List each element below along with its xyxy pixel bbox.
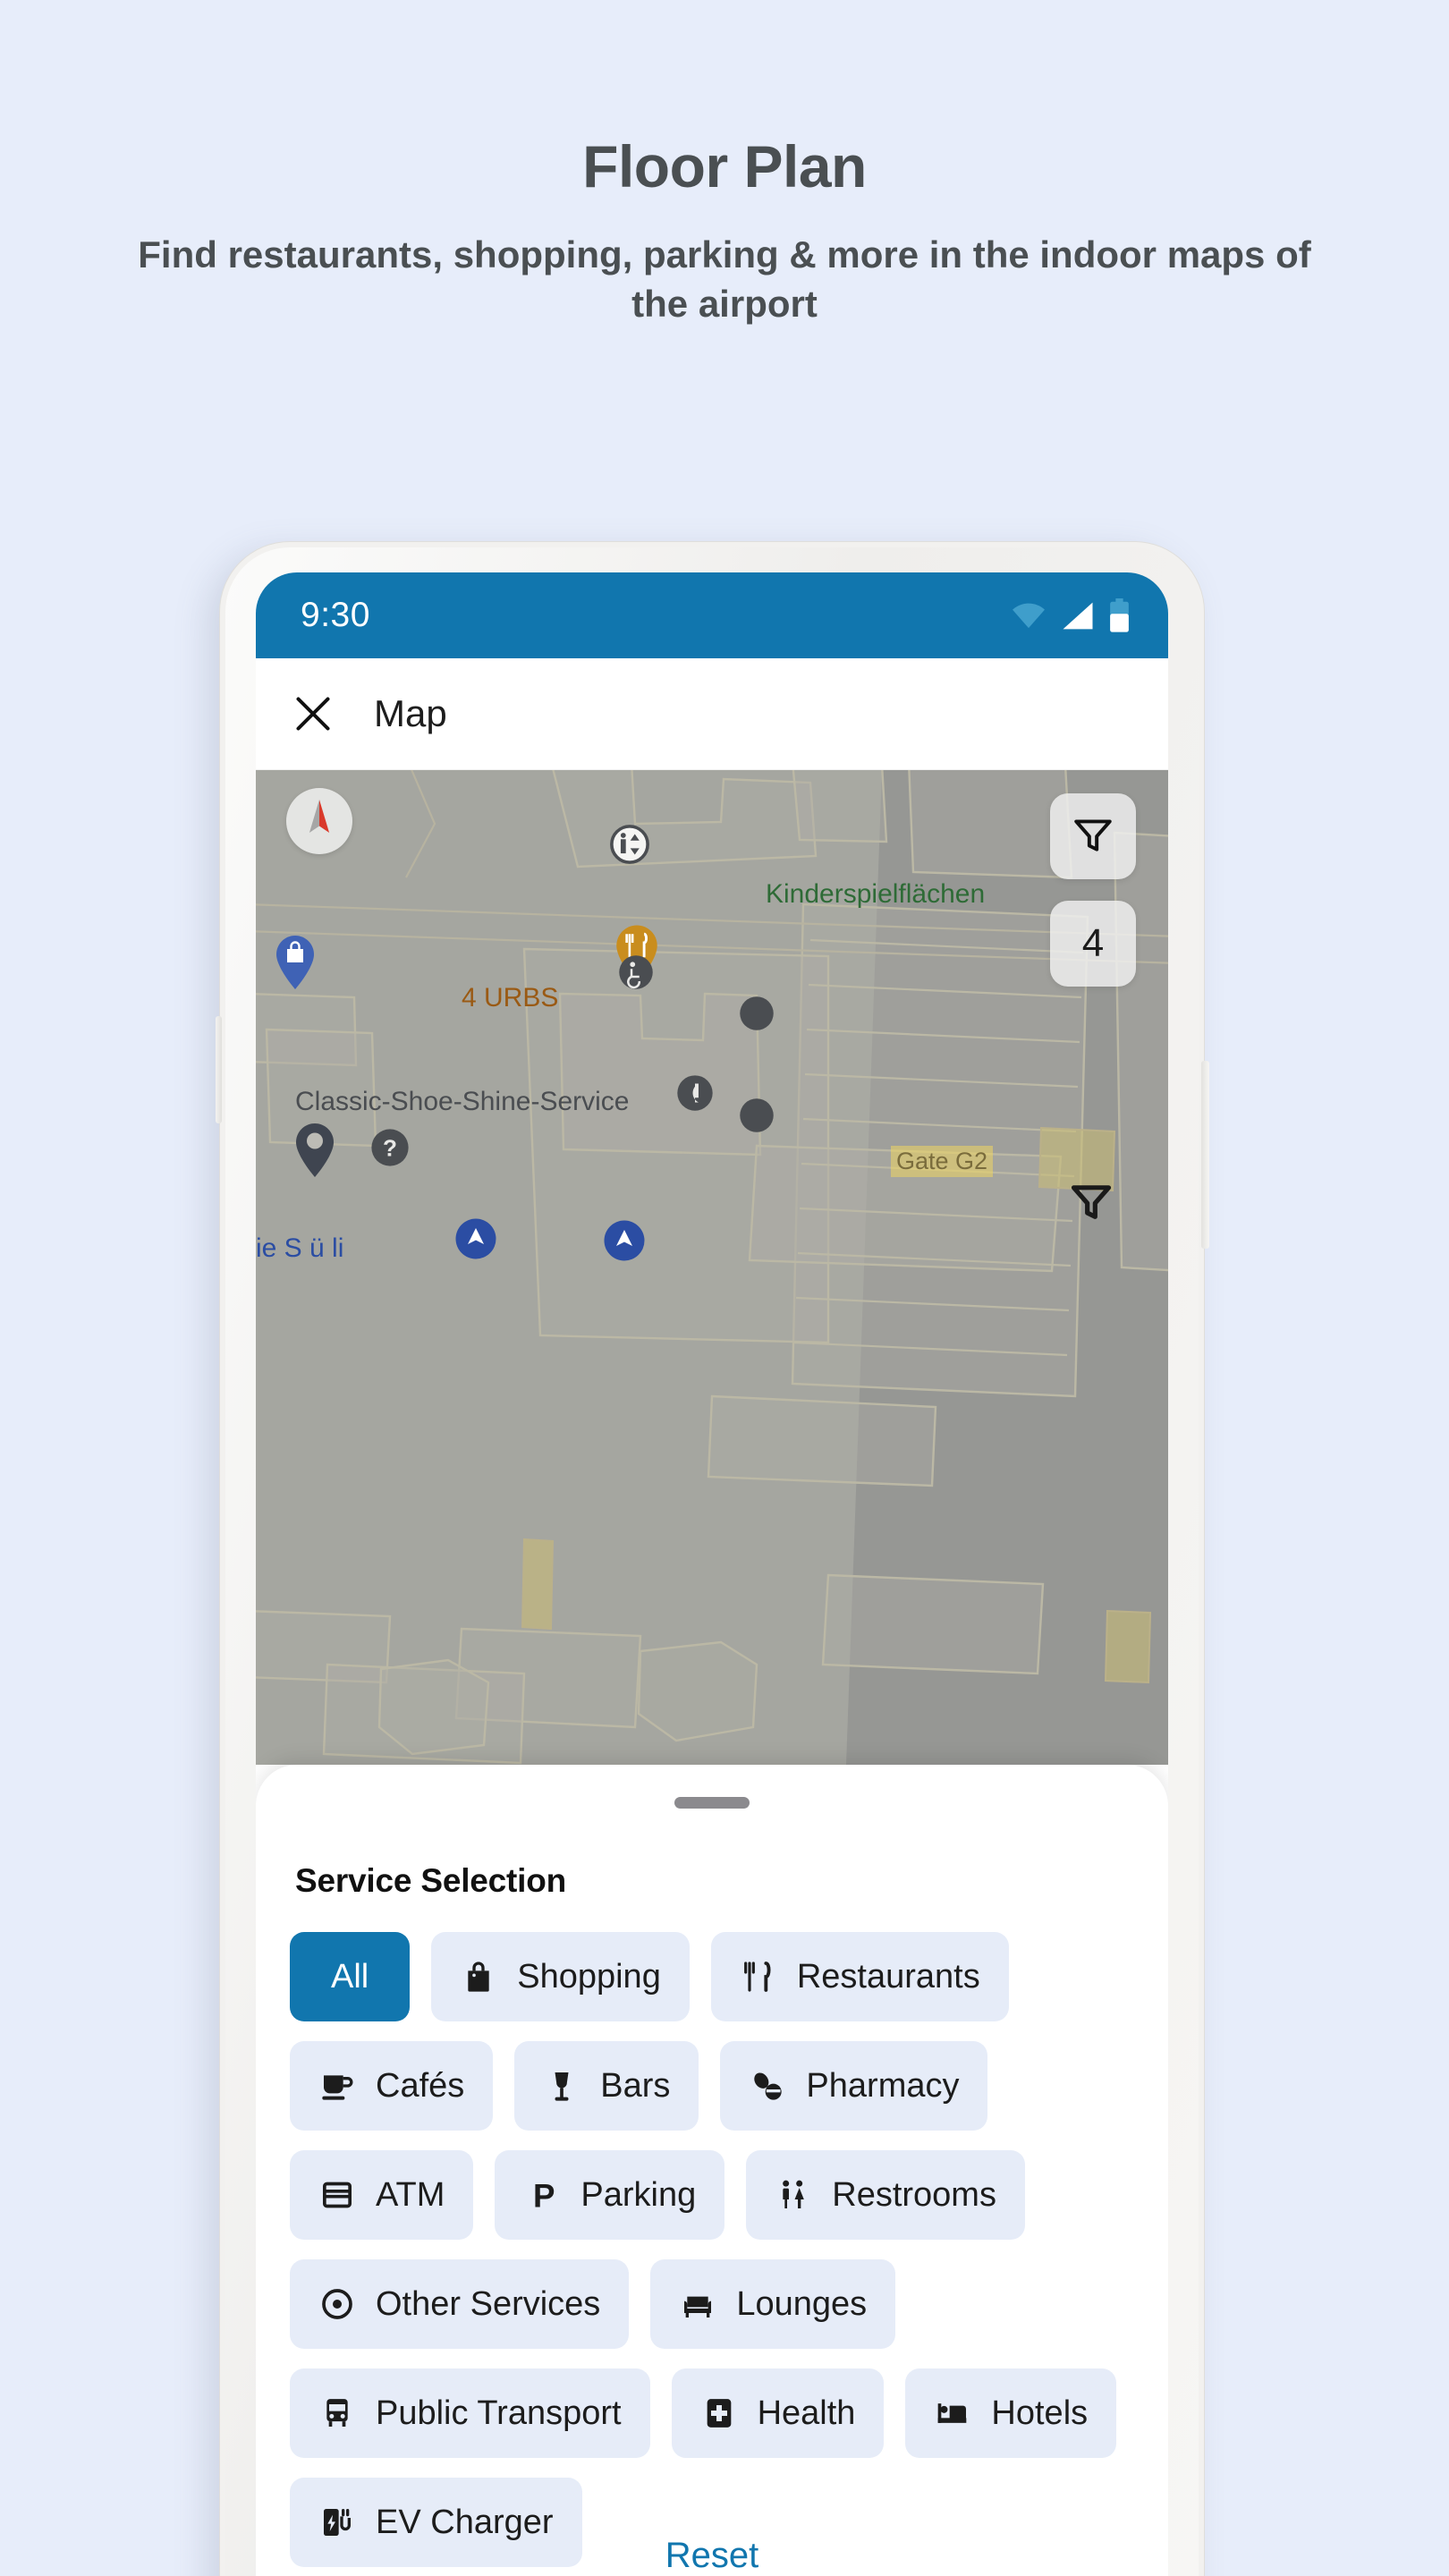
shopping-marker[interactable] [274,933,317,996]
phone-volume-button [216,1016,222,1123]
phone-screen: 9:30 Map ? Kinderspielflächen 4 URBS Cla… [256,572,1168,2576]
sheet-title: Service Selection [295,1862,567,1899]
map-filter-button[interactable] [1050,793,1136,879]
armchair-icon [679,2285,716,2323]
elevator-marker[interactable] [609,824,650,869]
compass-small-marker[interactable] [739,996,775,1036]
service-chip-label: Restrooms [832,2175,996,2214]
coffee-cup-icon [318,2067,356,2105]
service-chip-caf-s[interactable]: Cafés [290,2041,494,2131]
wifi-icon [1010,602,1047,629]
service-chip-parking[interactable]: P Parking [495,2150,725,2240]
service-chip-label: Cafés [376,2066,465,2105]
service-chip-label: Parking [580,2175,697,2214]
close-icon[interactable] [293,694,333,733]
reset-row: Reset [256,2536,1168,2576]
parking-p-icon: P [523,2176,561,2214]
service-chip-label: Public Transport [376,2394,622,2432]
service-chip-pharmacy[interactable]: Pharmacy [720,2041,988,2131]
page-title: Floor Plan [582,133,867,199]
compass-marker[interactable] [286,788,352,854]
app-bar-title: Map [374,692,447,734]
cellular-signal-icon [1059,601,1097,631]
status-bar: 9:30 [256,572,1168,658]
floor-level-value: 4 [1081,921,1105,965]
target-dot-icon [318,2285,356,2323]
service-chip-label: Pharmacy [806,2066,960,2105]
phone-marker[interactable] [676,1074,714,1116]
screenshot-root: Floor Plan Find restaurants, shopping, p… [0,0,1449,2576]
map-floor-level-button[interactable]: 4 [1050,901,1136,987]
service-chip-label: Other Services [376,2284,601,2323]
bed-icon [934,2394,971,2432]
service-chip-label: Hotels [991,2394,1089,2432]
accessibility-marker[interactable] [618,954,654,995]
shopping-bag-icon [460,1958,497,1996]
map-label-gate-g2: Gate G2 [891,1146,994,1177]
service-chip-restaurants[interactable]: Restaurants [710,1932,1009,2021]
bus-icon [318,2394,356,2432]
map-label-kinderspielflaechen: Kinderspielflächen [766,879,986,909]
restrooms-icon [775,2176,812,2214]
service-selection-sheet: Service Selection All Shopping Restaurants… [256,1765,1168,2576]
drag-handle[interactable] [674,1797,750,1809]
wine-glass-icon [543,2067,580,2105]
status-time: 9:30 [301,596,370,634]
service-chip-all[interactable]: All [290,1932,411,2021]
filter-icon [1071,812,1115,861]
phone-power-button [1201,1061,1209,1249]
bus-stop-marker[interactable] [454,1217,497,1265]
service-chip-lounges[interactable]: Lounges [650,2259,896,2349]
map-filter-icon-secondary [1068,1178,1114,1229]
app-bar: Map [256,658,1168,770]
service-chip-label: Restaurants [796,1957,980,1996]
reset-button[interactable]: Reset [665,2536,759,2576]
service-chip-label: Shopping [517,1957,661,1996]
map-label-partial-blue: rie S ü li [256,1233,344,1263]
service-chip-atm[interactable]: ATM [290,2150,474,2240]
svg-text:P: P [533,2177,555,2213]
svg-text:?: ? [383,1135,397,1162]
service-chip-public-transport[interactable]: Public Transport [290,2368,650,2458]
map-label-classic-shoe-shine-service: Classic-Shoe-Shine-Service [295,1087,630,1116]
pills-icon [749,2067,786,2105]
info-marker[interactable]: ? [370,1128,410,1172]
service-chip-restrooms[interactable]: Restrooms [746,2150,1025,2240]
phone-mockup: 9:30 Map ? Kinderspielflächen 4 URBS Cla… [216,542,1209,2576]
map-dim-overlay [256,770,1168,1765]
page-subtitle: Find restaurants, shopping, parking & mo… [138,233,1311,326]
service-chip-label: All [331,1957,369,1996]
service-chip-label: Bars [600,2066,671,2105]
place-marker[interactable] [293,1121,336,1184]
service-chip-label: ATM [376,2175,445,2214]
service-chip-list: All Shopping Restaurants Cafés Bars Pharmacy A… [290,1932,1134,2567]
compass-small-marker-2[interactable] [739,1097,775,1138]
service-chip-other-services[interactable]: Other Services [290,2259,630,2349]
map-view[interactable]: ? Kinderspielflächen 4 URBS Classic-Shoe… [256,770,1168,1765]
map-label-4-urbs: 4 URBS [462,983,559,1013]
atm-card-icon [318,2176,356,2214]
bus-stop-marker-2[interactable] [603,1219,646,1267]
service-chip-hotels[interactable]: Hotels [905,2368,1117,2458]
service-chip-label: Health [757,2394,856,2432]
status-icons [1010,598,1131,632]
medical-cross-icon [700,2394,738,2432]
headline-block: Floor Plan Find restaurants, shopping, p… [0,134,1449,328]
service-chip-label: Lounges [736,2284,868,2323]
service-chip-bars[interactable]: Bars [514,2041,699,2131]
service-chip-shopping[interactable]: Shopping [431,1932,690,2021]
restaurant-icon [740,1958,777,1996]
battery-icon [1108,598,1131,632]
service-chip-health[interactable]: Health [671,2368,885,2458]
